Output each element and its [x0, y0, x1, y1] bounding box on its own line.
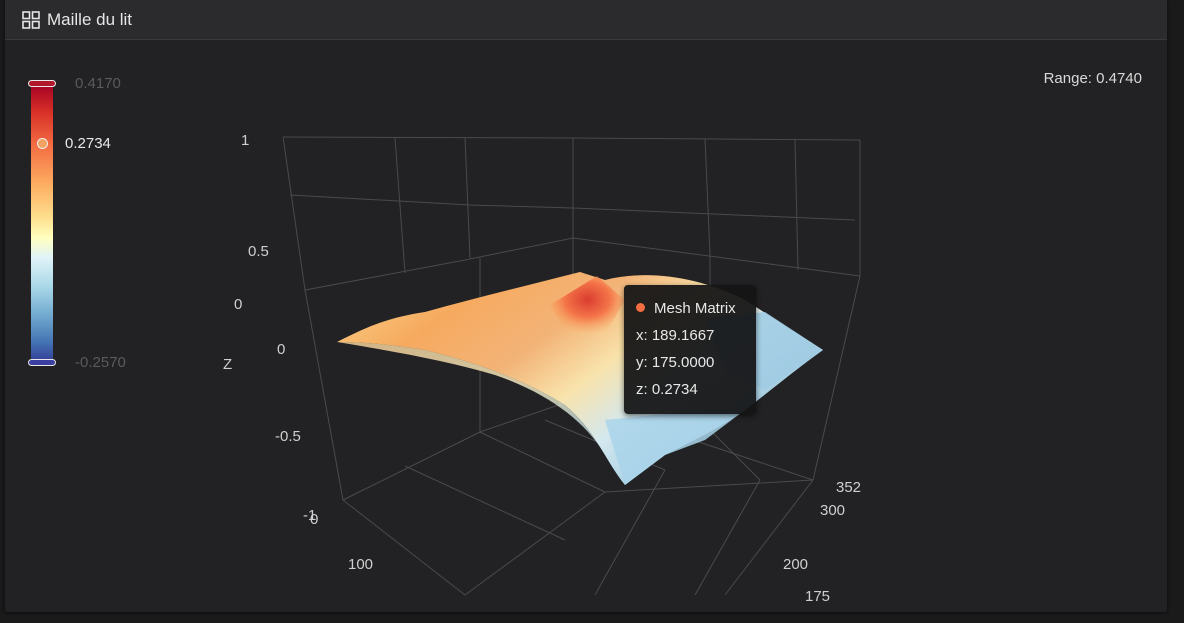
tooltip-z: z: 0.2734: [636, 381, 698, 398]
z-tick-label: 0: [234, 296, 242, 313]
mesh-tooltip: Mesh Matrix x: 189.1667 y: 175.0000 z: 0…: [624, 285, 756, 414]
y-tick-label: 352: [836, 479, 861, 496]
y-tick-label: 175: [805, 588, 830, 605]
z-tick-label: 0: [277, 341, 285, 358]
y-tick-label: 200: [783, 556, 808, 573]
z-axis-title: Z: [223, 356, 232, 373]
x-tick-label: 0: [310, 511, 318, 528]
z-tick-label: 1: [241, 132, 249, 149]
tooltip-x: x: 189.1667: [636, 327, 715, 344]
series-color-dot: [636, 303, 645, 312]
bed-mesh-3d-plot[interactable]: 1 0.5 0 0 -0.5 -1 Z 0 100 175 200 300 35…: [5, 0, 1167, 612]
tooltip-series-row: Mesh Matrix: [636, 300, 736, 317]
z-tick-label: 0.5: [248, 243, 269, 260]
z-axis-ticks: 1 0.5 0 0 -0.5 -1: [234, 132, 316, 524]
x-axis-ticks: 0 100: [310, 511, 373, 573]
tooltip-y: y: 175.0000: [636, 354, 715, 371]
z-tick-label: -0.5: [275, 428, 301, 445]
bed-mesh-card: Maille du lit Range: 0.4740 0.4170 -0.25…: [5, 0, 1167, 612]
tooltip-series-name: Mesh Matrix: [654, 300, 736, 317]
y-tick-label: 300: [820, 502, 845, 519]
y-axis-ticks: 175 200 300 352: [783, 479, 861, 605]
x-tick-label: 100: [348, 556, 373, 573]
